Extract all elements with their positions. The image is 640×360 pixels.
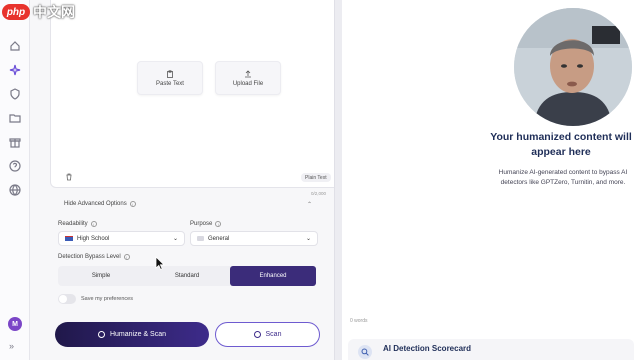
- watermark-text: 中文网: [33, 4, 75, 20]
- panel-divider[interactable]: [334, 0, 342, 360]
- upload-file-label: Upload File: [232, 80, 264, 87]
- sparkle-icon: [97, 331, 105, 338]
- bypass-level-selector: Simple Standard Enhanced: [58, 266, 316, 286]
- scan-label: Scan: [265, 331, 282, 338]
- upload-buttons: Paste Text Upload File: [137, 61, 281, 95]
- watermark: php 中文网: [2, 2, 75, 22]
- character-counter: 0/2,000: [311, 191, 327, 196]
- humanize-scan-label: Humanize & Scan: [109, 331, 167, 338]
- chevron-up-icon: ⌃: [306, 201, 312, 208]
- purpose-select[interactable]: General ⌄: [190, 231, 318, 246]
- humanize-scan-button[interactable]: Humanize & Scan: [55, 322, 209, 347]
- help-icon[interactable]: [9, 160, 21, 172]
- expand-sidebar-icon[interactable]: »: [9, 341, 14, 351]
- upload-icon: [245, 69, 251, 77]
- advanced-options-label: Hide Advanced Options: [64, 201, 127, 207]
- purpose-label: Purpose: [190, 221, 213, 227]
- level-simple[interactable]: Simple: [58, 266, 144, 286]
- bypass-label-row: Detection Bypass Level i: [58, 254, 130, 260]
- output-placeholder-description: Humanize AI-generated content to bypass …: [498, 169, 628, 186]
- purpose-value: General: [208, 235, 230, 242]
- mouse-cursor-icon: [155, 256, 165, 270]
- paste-text-label: Paste Text: [156, 80, 184, 87]
- purpose-label-row: Purpose i: [190, 221, 222, 227]
- upload-file-button[interactable]: Upload File: [215, 61, 281, 95]
- info-icon: i: [215, 221, 222, 227]
- folder-icon[interactable]: [9, 112, 21, 124]
- word-count: 0 words: [350, 318, 368, 324]
- readability-select[interactable]: High School ⌄: [58, 231, 185, 246]
- sparkle-icon[interactable]: [9, 64, 21, 76]
- watermark-logo: php: [2, 4, 30, 20]
- globe-icon[interactable]: [9, 184, 21, 196]
- shield-icon[interactable]: [9, 88, 21, 100]
- advanced-options-toggle[interactable]: Hide Advanced Options i ⌃: [52, 197, 320, 211]
- gift-icon[interactable]: [9, 136, 21, 148]
- level-enhanced[interactable]: Enhanced: [230, 266, 316, 286]
- webcam-overlay: [514, 8, 632, 126]
- output-panel: Your humanized content will appear here …: [342, 0, 640, 360]
- document-icon: [197, 236, 204, 241]
- clipboard-icon: [167, 69, 173, 78]
- text-editor[interactable]: Paste Text Upload File Plain Text ◢: [50, 0, 350, 188]
- sidebar: M »: [0, 0, 30, 360]
- readability-value: High School: [77, 235, 110, 242]
- save-preferences-label: Save my preferences: [81, 296, 133, 302]
- bypass-level-label: Detection Bypass Level: [58, 254, 121, 260]
- paste-text-button[interactable]: Paste Text: [137, 61, 203, 95]
- chevron-down-icon: ⌄: [305, 236, 311, 242]
- scan-button[interactable]: Scan: [215, 322, 320, 347]
- text-mode-badge[interactable]: Plain Text: [301, 173, 331, 182]
- search-icon: [358, 345, 372, 359]
- info-icon: i: [123, 254, 130, 260]
- home-icon[interactable]: [9, 40, 21, 52]
- ai-detection-scorecard[interactable]: AI Detection Scorecard: [348, 339, 634, 360]
- readability-label-row: Readability i: [58, 221, 97, 227]
- output-placeholder-title: Your humanized content will appear here: [490, 131, 632, 158]
- input-panel: Paste Text Upload File Plain Text ◢ 0/2,…: [30, 0, 350, 360]
- flag-icon: [65, 236, 73, 241]
- trash-icon[interactable]: [65, 173, 73, 181]
- chevron-down-icon: ⌄: [172, 236, 178, 242]
- scorecard-title: AI Detection Scorecard: [383, 344, 472, 353]
- info-icon: i: [129, 201, 136, 207]
- info-icon: i: [90, 221, 97, 227]
- scan-icon: [253, 331, 261, 338]
- avatar[interactable]: M: [8, 317, 22, 331]
- save-preferences-toggle[interactable]: [58, 294, 76, 304]
- readability-label: Readability: [58, 221, 88, 227]
- text-mode-label: Plain Text: [305, 174, 327, 181]
